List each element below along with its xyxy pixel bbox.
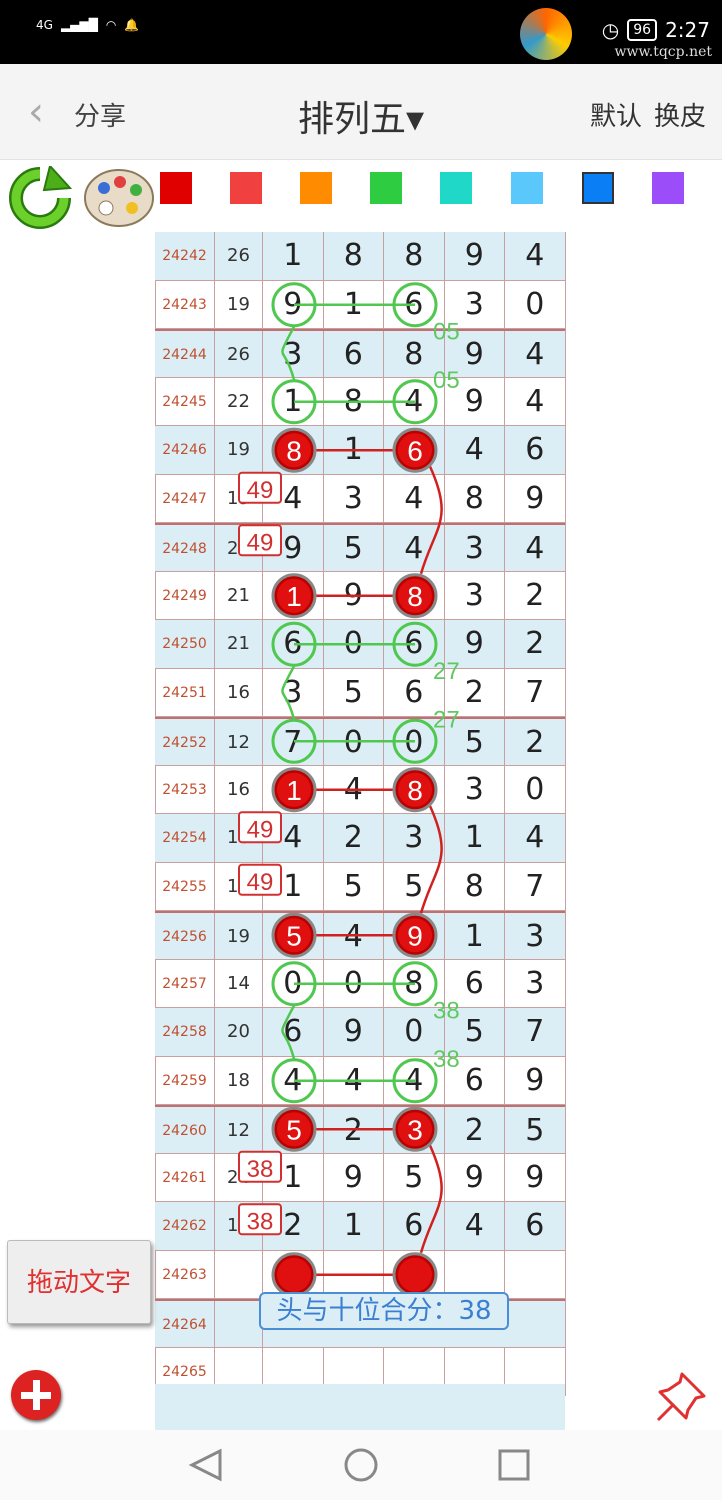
refresh-icon[interactable] [8, 166, 72, 230]
red-curve [419, 1142, 443, 1254]
notification-icon: 🔔 [124, 18, 140, 32]
color-swatch[interactable] [370, 172, 402, 204]
nav-bar: ‹ 分享 排列五▾ 默认 换皮 [0, 64, 722, 160]
red-ball-digit: 5 [286, 1114, 302, 1145]
system-nav-icons [188, 1448, 530, 1482]
color-swatch[interactable] [511, 172, 543, 204]
green-curve [281, 665, 296, 720]
red-label: 49 [247, 477, 274, 504]
color-swatch[interactable] [160, 172, 192, 204]
grid-border-right [565, 240, 566, 1385]
red-ball-digit: 9 [407, 920, 423, 951]
system-nav [0, 1430, 722, 1500]
battery-indicator: 96 [627, 19, 658, 41]
green-label: 38 [433, 997, 460, 1024]
green-curve [281, 326, 296, 381]
signal-icon: ▂▄▆█ [60, 18, 98, 32]
green-label: 05 [433, 318, 460, 345]
watermark-logo-icon [520, 8, 572, 60]
red-ball-digit: 5 [286, 920, 302, 951]
red-label: 38 [247, 1156, 274, 1183]
drag-text-button[interactable]: 拖动文字 [7, 1240, 151, 1324]
red-curve [419, 803, 443, 914]
status-left: 4G ▂▄▆█ ◠ 🔔 [36, 18, 139, 32]
status-bar: 4G ▂▄▆█ ◠ 🔔 ◷ 96 2:27 www.tqcp.net [0, 0, 722, 64]
color-swatch[interactable] [582, 172, 614, 204]
green-curve [281, 1005, 296, 1060]
clock-icon: ◷ [601, 18, 620, 42]
red-label: 49 [247, 816, 274, 843]
red-ball-digit: 1 [286, 581, 302, 612]
green-label: 27 [433, 658, 460, 685]
green-label: 27 [433, 706, 460, 733]
green-label: 38 [433, 1046, 460, 1073]
time: 2:27 [665, 18, 710, 42]
red-ball-digit: 1 [286, 775, 302, 806]
network-indicator: 4G [36, 18, 53, 32]
red-ball-digit: 3 [407, 1114, 423, 1145]
plus-icon[interactable] [11, 1370, 61, 1420]
red-label: 49 [247, 529, 274, 556]
nav-actions: 默认 换皮 [590, 96, 706, 133]
trend-overlay: 05 05 27 27 38 38 8 6 1 8 49 49 1 8 5 9 49 49 5 3 38 38 [238, 282, 460, 1298]
palette-icon[interactable] [82, 166, 156, 230]
back-triangle-icon[interactable] [188, 1448, 222, 1482]
tool-row [0, 160, 722, 242]
recents-square-icon[interactable] [498, 1449, 530, 1481]
skin-button[interactable]: 换皮 [654, 96, 706, 133]
red-ball-inner [398, 1257, 432, 1292]
red-ball-digit: 8 [407, 581, 423, 612]
red-ball-inner [277, 1257, 311, 1292]
default-button[interactable]: 默认 [590, 96, 642, 133]
pin-icon[interactable] [652, 1366, 712, 1426]
wifi-icon: ◠ [105, 18, 117, 32]
red-label: 49 [247, 869, 274, 896]
red-label: 38 [247, 1208, 274, 1235]
red-ball-digit: 8 [407, 775, 423, 806]
color-swatch[interactable] [230, 172, 262, 204]
hint-label: 头与十位合分：38 [259, 1292, 509, 1330]
color-swatch[interactable] [440, 172, 472, 204]
home-circle-icon[interactable] [344, 1448, 378, 1482]
red-ball-digit: 8 [286, 435, 302, 466]
status-right: ◷ 96 2:27 [602, 18, 710, 42]
red-ball-digit: 6 [407, 435, 423, 466]
color-swatch[interactable] [652, 172, 684, 204]
red-curve [419, 463, 443, 575]
color-swatch[interactable] [300, 172, 332, 204]
watermark-url: www.tqcp.net [614, 44, 712, 60]
green-label: 05 [433, 367, 460, 394]
